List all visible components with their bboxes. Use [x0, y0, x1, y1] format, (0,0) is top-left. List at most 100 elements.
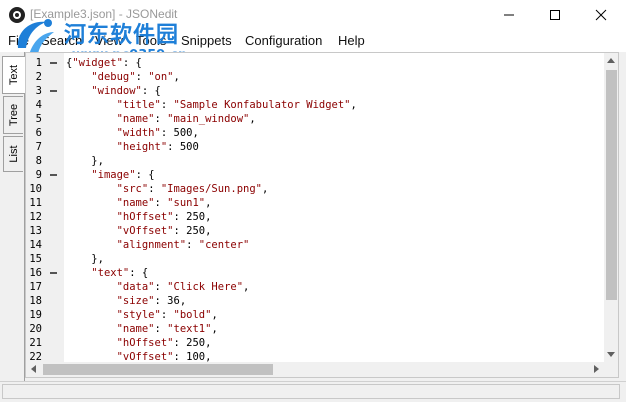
line-number: 11 [29, 197, 42, 209]
code-line: "title": "Sample Konfabulator Widget", [66, 98, 357, 112]
menu-tools[interactable]: Tools [136, 33, 166, 48]
json-punctuation: , [350, 99, 357, 111]
scroll-up-icon[interactable] [607, 58, 615, 63]
json-string: "name" [116, 323, 155, 335]
line-number: 9 [35, 169, 42, 181]
code-editor[interactable]: 1 2 3 4 5 6 7 8 9 10 11 12 13 14 15 16 17 18 19 20 21 22 {"wi… [25, 52, 619, 378]
json-punctuation: : [160, 309, 174, 321]
json-punctuation: : [173, 211, 187, 223]
tab-tree-label: Tree [7, 103, 20, 127]
json-punctuation: : [160, 127, 174, 139]
line-number: 6 [35, 127, 42, 139]
menu-help[interactable]: Help [338, 33, 365, 48]
menu-view[interactable]: View [95, 33, 123, 48]
json-string: "widget" [72, 57, 123, 69]
json-punctuation: }, [91, 253, 104, 265]
scroll-down-icon[interactable] [607, 352, 615, 357]
json-punctuation: : [173, 337, 187, 349]
code-line: "height": 500 [66, 140, 199, 154]
menu-file[interactable]: File [8, 33, 29, 48]
line-number: 21 [29, 337, 42, 349]
json-punctuation: : [154, 281, 168, 293]
json-punctuation: , [192, 127, 199, 139]
json-string: "center" [198, 239, 250, 251]
json-punctuation: }, [91, 155, 104, 167]
json-punctuation: , [205, 337, 212, 349]
json-punctuation: : { [129, 267, 149, 279]
menu-search[interactable]: Search [41, 33, 82, 48]
json-punctuation: : [167, 141, 180, 153]
json-number: 500 [179, 141, 199, 153]
json-string: "image" [91, 169, 136, 181]
line-number: 14 [29, 239, 42, 251]
code-line: "size": 36, [66, 294, 187, 308]
json-punctuation: , [205, 197, 212, 209]
app-icon [9, 7, 25, 23]
line-number: 19 [29, 309, 42, 321]
code-line: "name": "main_window", [66, 112, 256, 126]
json-punctuation: : { [122, 57, 142, 69]
scroll-left-icon[interactable] [31, 365, 36, 373]
scroll-right-icon[interactable] [594, 365, 599, 373]
line-number: 10 [29, 183, 42, 195]
line-number: 2 [35, 71, 42, 83]
fold-toggle-icon[interactable] [50, 174, 57, 176]
minimize-button[interactable] [486, 0, 532, 30]
code-line: "debug": "on", [66, 70, 180, 84]
json-punctuation: , [211, 309, 218, 321]
fold-toggle-icon[interactable] [50, 272, 57, 274]
tab-text[interactable]: Text [2, 56, 25, 94]
window-title: [Example3.json] - JSONedit [30, 7, 178, 21]
line-number: 8 [35, 155, 42, 167]
line-number: 12 [29, 211, 42, 223]
json-punctuation: , [211, 323, 218, 335]
json-punctuation: : [154, 197, 168, 209]
tab-list[interactable]: List [3, 136, 23, 172]
vertical-scrollbar[interactable] [604, 53, 618, 362]
line-number: 5 [35, 113, 42, 125]
status-panel [2, 384, 620, 399]
tab-text-label: Text [8, 64, 20, 86]
json-number: 36 [167, 295, 180, 307]
title-bar: [Example3.json] - JSONedit [0, 0, 626, 30]
json-string: "Sample Konfabulator Widget" [173, 99, 351, 111]
horizontal-scroll-thumb[interactable] [43, 364, 273, 375]
menu-configuration[interactable]: Configuration [245, 33, 322, 48]
json-string: "hOffset" [116, 337, 174, 349]
fold-toggle-icon[interactable] [50, 62, 57, 64]
json-string: "vOffset" [116, 225, 174, 237]
fold-toggle-icon[interactable] [50, 90, 57, 92]
json-string: "main_window" [167, 113, 250, 125]
json-punctuation: : [173, 225, 187, 237]
close-button[interactable] [578, 0, 624, 30]
tab-tree[interactable]: Tree [3, 96, 23, 134]
json-string: "Images/Sun.png" [160, 183, 262, 195]
menu-bar: File Search View Tools Snippets Configur… [0, 30, 626, 52]
json-number: 500 [173, 127, 193, 139]
line-number: 7 [35, 141, 42, 153]
json-string: "on" [148, 71, 174, 83]
json-punctuation: : [154, 113, 168, 125]
json-punctuation: : [186, 239, 199, 251]
code-line: "window": { [66, 84, 161, 98]
json-string: "bold" [173, 309, 212, 321]
json-string: "window" [91, 85, 142, 97]
json-string: "title" [116, 99, 161, 111]
line-number: 3 [35, 85, 42, 97]
json-string: "size" [116, 295, 155, 307]
line-number: 17 [29, 281, 42, 293]
json-punctuation: , [205, 211, 212, 223]
minimize-icon [504, 14, 514, 16]
vertical-scroll-thumb[interactable] [606, 70, 617, 300]
json-string: "text" [91, 267, 130, 279]
menu-snippets[interactable]: Snippets [181, 33, 232, 48]
horizontal-scrollbar[interactable] [26, 362, 604, 377]
code-line: }, [66, 154, 104, 168]
json-string: "alignment" [116, 239, 187, 251]
maximize-button[interactable] [532, 0, 578, 30]
json-punctuation: , [243, 281, 250, 293]
json-punctuation: : [160, 99, 174, 111]
code-line: "hOffset": 250, [66, 336, 212, 350]
maximize-icon [550, 10, 560, 20]
json-string: "text1" [167, 323, 212, 335]
